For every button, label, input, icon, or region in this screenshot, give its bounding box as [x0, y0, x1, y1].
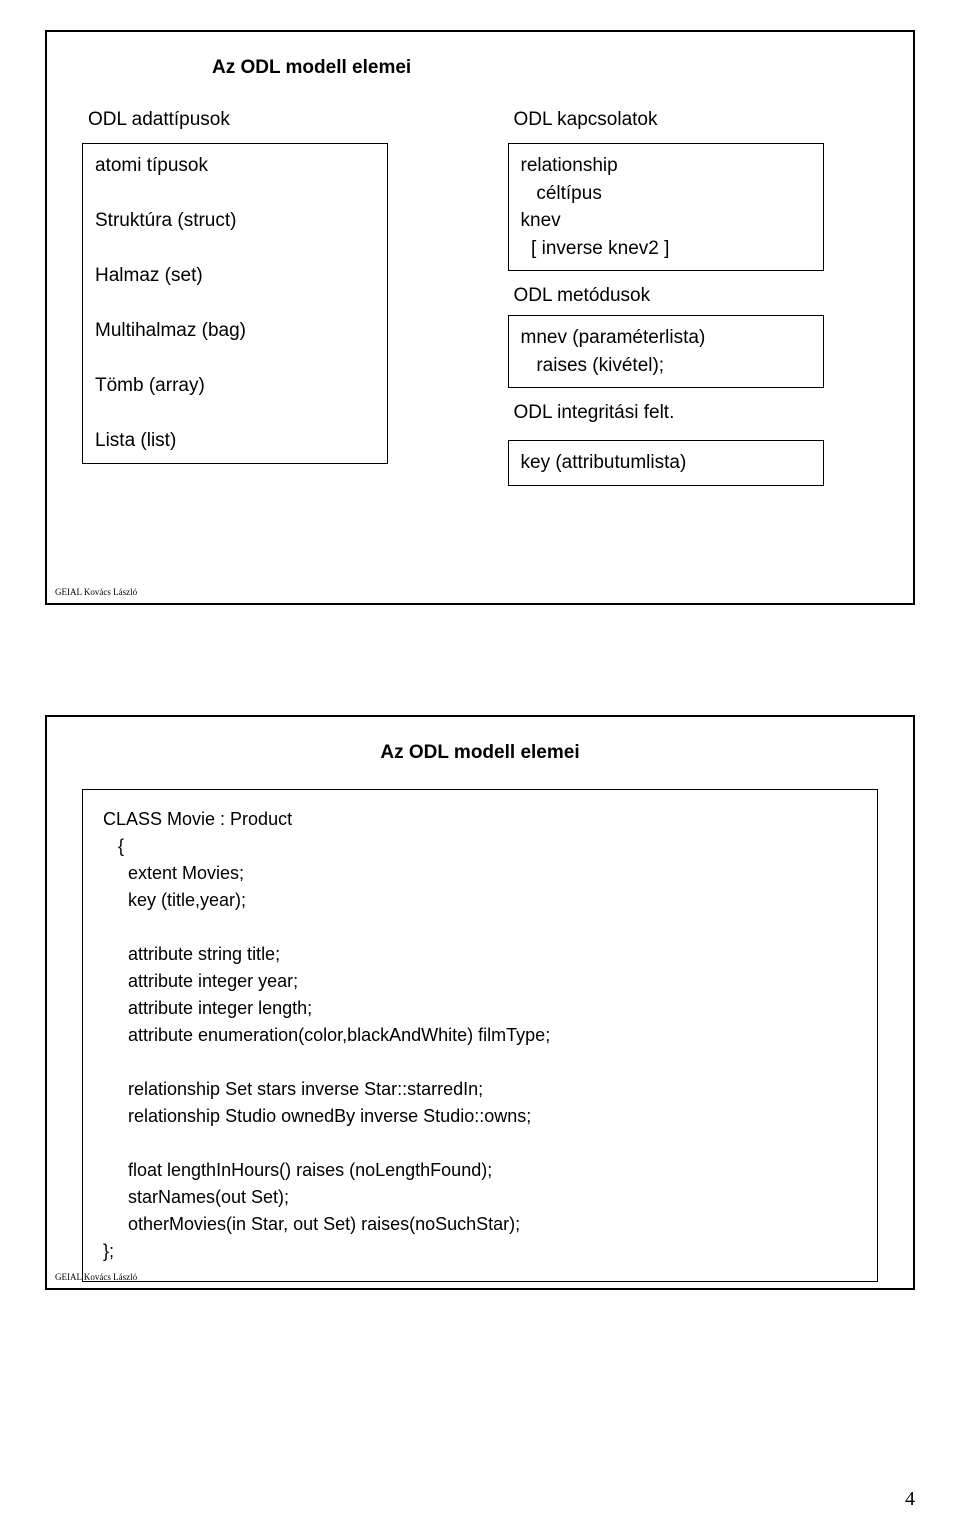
integrity-box: key (attributumlista) — [508, 440, 824, 486]
slide1-footer: GEIAL Kovács László — [55, 587, 137, 597]
code-example-box: CLASS Movie : Product { extent Movies; k… — [82, 789, 878, 1282]
slide2-title: Az ODL modell elemei — [82, 742, 878, 764]
methods-box: mnev (paraméterlista) raises (kivétel); — [508, 315, 824, 388]
slide-1: Az ODL modell elemei ODL adattípusok ato… — [45, 30, 915, 605]
relationship-box: relationship céltípus knev [ inverse kne… — [508, 143, 824, 271]
right-heading3: ODL integritási felt. — [514, 402, 879, 424]
right-heading2: ODL metódusok — [514, 285, 879, 307]
slide2-footer: GEIAL Kovács László — [55, 1272, 137, 1282]
slide-2: Az ODL modell elemei CLASS Movie : Produ… — [45, 715, 915, 1290]
right-heading1: ODL kapcsolatok — [514, 109, 879, 131]
datatypes-box: atomi típusok Struktúra (struct) Halmaz … — [82, 143, 388, 464]
slide1-right-col: ODL kapcsolatok relationship céltípus kn… — [508, 109, 879, 494]
left-heading: ODL adattípusok — [88, 109, 453, 131]
page-number: 4 — [905, 1488, 915, 1511]
slide1-title: Az ODL modell elemei — [212, 57, 878, 79]
slide1-columns: ODL adattípusok atomi típusok Struktúra … — [82, 109, 878, 494]
slide1-left-col: ODL adattípusok atomi típusok Struktúra … — [82, 109, 453, 472]
